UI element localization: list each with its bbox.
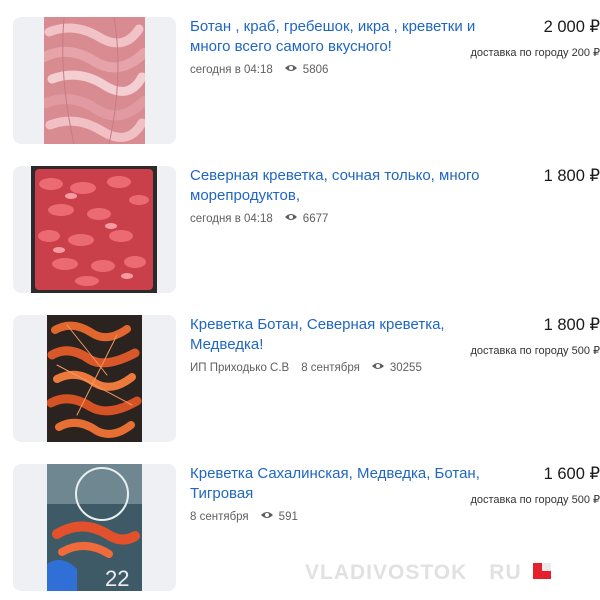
view-count: 591 (278, 510, 298, 523)
listing-thumbnail[interactable]: 22 (13, 464, 176, 591)
listing-date: 8 сентября (190, 510, 249, 523)
site-watermark: VLADIVOSTOK RU (305, 561, 522, 584)
delivery-info: доставка по городу 500 ₽ (470, 494, 600, 506)
shrimp-photo (31, 166, 157, 293)
view-count: 30255 (389, 361, 422, 374)
shrimp-photo (47, 315, 142, 442)
listing-price: 1 600 ₽ (543, 465, 600, 483)
eye-icon (284, 63, 298, 76)
shrimp-photo: 22 (47, 464, 142, 591)
seller-name[interactable]: ИП Приходько С.В (190, 362, 289, 374)
listing-price: 1 800 ₽ (543, 167, 600, 185)
view-count: 6677 (302, 212, 329, 225)
listing-date: сегодня в 04:18 (190, 63, 273, 76)
listing-item[interactable]: Северная креветка, сочная только, много … (0, 166, 600, 296)
listing-meta: сегодня в 04:18 6677 (190, 212, 328, 225)
watermark-logo-icon (533, 563, 551, 579)
listing-price: 2 000 ₽ (543, 18, 600, 36)
listing-thumbnail[interactable] (13, 166, 176, 293)
listing-item[interactable]: Ботан , краб, гребешок, икра , креветки … (0, 17, 600, 147)
listing-meta: 8 сентября 591 (190, 510, 298, 523)
listing-title[interactable]: Северная креветка, сочная только, много … (190, 166, 480, 206)
eye-icon (371, 361, 385, 374)
eye-icon (260, 510, 274, 523)
svg-text:22: 22 (105, 566, 129, 591)
shrimp-photo (44, 17, 145, 144)
eye-icon (284, 212, 298, 225)
listing-meta: ИП Приходько С.В 8 сентября 30255 (190, 361, 422, 374)
delivery-info: доставка по городу 200 ₽ (470, 47, 600, 59)
view-count: 5806 (302, 63, 329, 76)
listing-thumbnail[interactable] (13, 315, 176, 442)
listing-meta: сегодня в 04:18 5806 (190, 63, 328, 76)
listing-date: сегодня в 04:18 (190, 212, 273, 225)
listing-price: 1 800 ₽ (543, 316, 600, 334)
delivery-info: доставка по городу 500 ₽ (470, 345, 600, 357)
listing-item[interactable]: Креветка Ботан, Северная креветка, Медве… (0, 315, 600, 445)
listing-thumbnail[interactable] (13, 17, 176, 144)
listing-date: 8 сентября (301, 361, 360, 374)
